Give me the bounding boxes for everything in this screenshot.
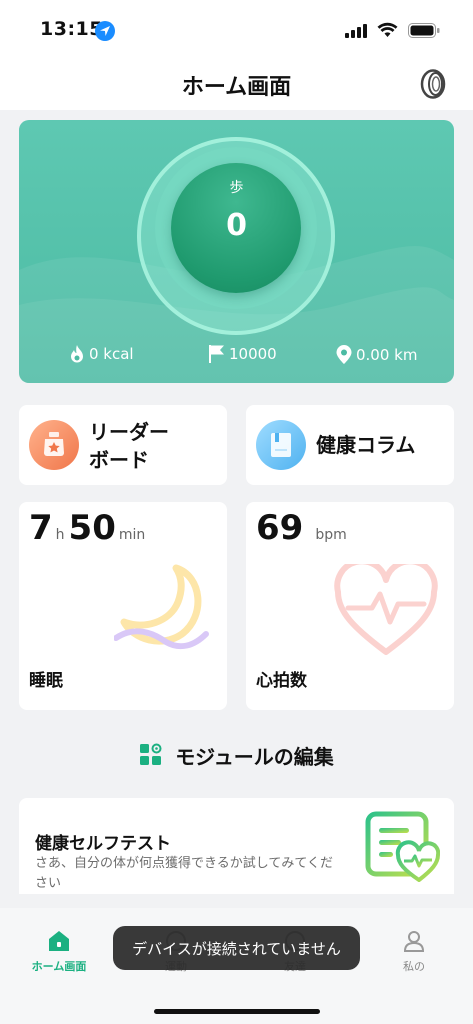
sleep-label: 睡眠: [29, 671, 63, 691]
health-self-test-card[interactable]: 健康セルフテスト さあ、自分の体が何点獲得できるか試してみてください: [19, 798, 454, 894]
home-icon: [49, 931, 69, 951]
sleep-minutes-unit: min: [118, 527, 146, 543]
sleep-duration: 7 h 50 min: [29, 508, 149, 548]
self-test-title: 健康セルフテスト: [35, 834, 171, 854]
status-bar: 13:15: [0, 0, 473, 58]
health-column-card[interactable]: 健康コラム: [246, 405, 454, 485]
map-pin-icon: [336, 345, 352, 364]
edit-modules-label: モジュールの編集: [175, 744, 334, 769]
sleep-card[interactable]: 7 h 50 min 睡眠: [19, 502, 227, 710]
person-icon: [403, 931, 425, 952]
tab-profile[interactable]: 私の: [364, 930, 464, 974]
trophy-icon: [29, 420, 79, 470]
status-time: 13:15: [40, 18, 103, 40]
heart-rate-label: 心拍数: [256, 671, 307, 691]
module-grid-icon: [140, 743, 162, 765]
page-header: ホーム画面: [0, 58, 473, 110]
heart-rate-value: 69: [256, 508, 304, 548]
heart-rate-card[interactable]: 69 bpm 心拍数: [246, 502, 454, 710]
health-column-label: 健康コラム: [316, 433, 416, 457]
distance-value: 0.00 km: [356, 345, 418, 364]
leaderboard-card[interactable]: リーダー ボード: [19, 405, 227, 485]
sleep-minutes: 50: [68, 508, 116, 548]
heart-rate-reading: 69 bpm: [256, 508, 351, 548]
leaderboard-label-line1: リーダー: [89, 420, 169, 444]
heart-rate-unit: bpm: [315, 527, 347, 543]
tab-profile-label: 私の: [403, 960, 425, 973]
flame-icon: [71, 345, 83, 363]
smart-ring-device-icon[interactable]: [420, 69, 446, 99]
leaderboard-label-line2: ボード: [89, 448, 149, 472]
article-book-icon: [256, 420, 306, 470]
moon-illustration-icon: [114, 564, 209, 650]
distance-stat: 0.00 km: [335, 344, 417, 365]
self-test-description: さあ、自分の体が何点獲得できるか試してみてください: [35, 856, 333, 891]
calories-stat: 0 kcal: [68, 344, 134, 364]
health-report-icon: [365, 811, 440, 882]
step-goal-value: 10000: [229, 345, 277, 363]
wifi-icon: [377, 22, 398, 37]
cellular-signal-icon: [345, 24, 367, 38]
device-disconnected-toast: デバイスが接続されていません: [113, 926, 360, 970]
steps-label: 歩: [229, 180, 244, 196]
steps-value: 0: [226, 208, 247, 243]
location-arrow-icon: [95, 21, 115, 41]
battery-icon: [408, 23, 440, 38]
step-goal-stat: 10000: [208, 344, 277, 364]
sleep-hours-unit: h: [55, 527, 65, 543]
calories-value: 0 kcal: [89, 345, 134, 363]
home-indicator[interactable]: [154, 1009, 320, 1014]
flag-icon: [209, 345, 224, 363]
steps-summary-card[interactable]: 歩 0 0 kcal 10000 0.00 km: [19, 120, 454, 383]
edit-modules-button[interactable]: モジュールの編集: [0, 740, 473, 770]
tab-home-label: ホーム画面: [31, 960, 87, 973]
page-title: ホーム画面: [181, 75, 292, 100]
tab-home[interactable]: ホーム画面: [9, 930, 109, 974]
heart-pulse-illustration-icon: [334, 564, 438, 655]
sleep-hours: 7: [29, 508, 53, 548]
